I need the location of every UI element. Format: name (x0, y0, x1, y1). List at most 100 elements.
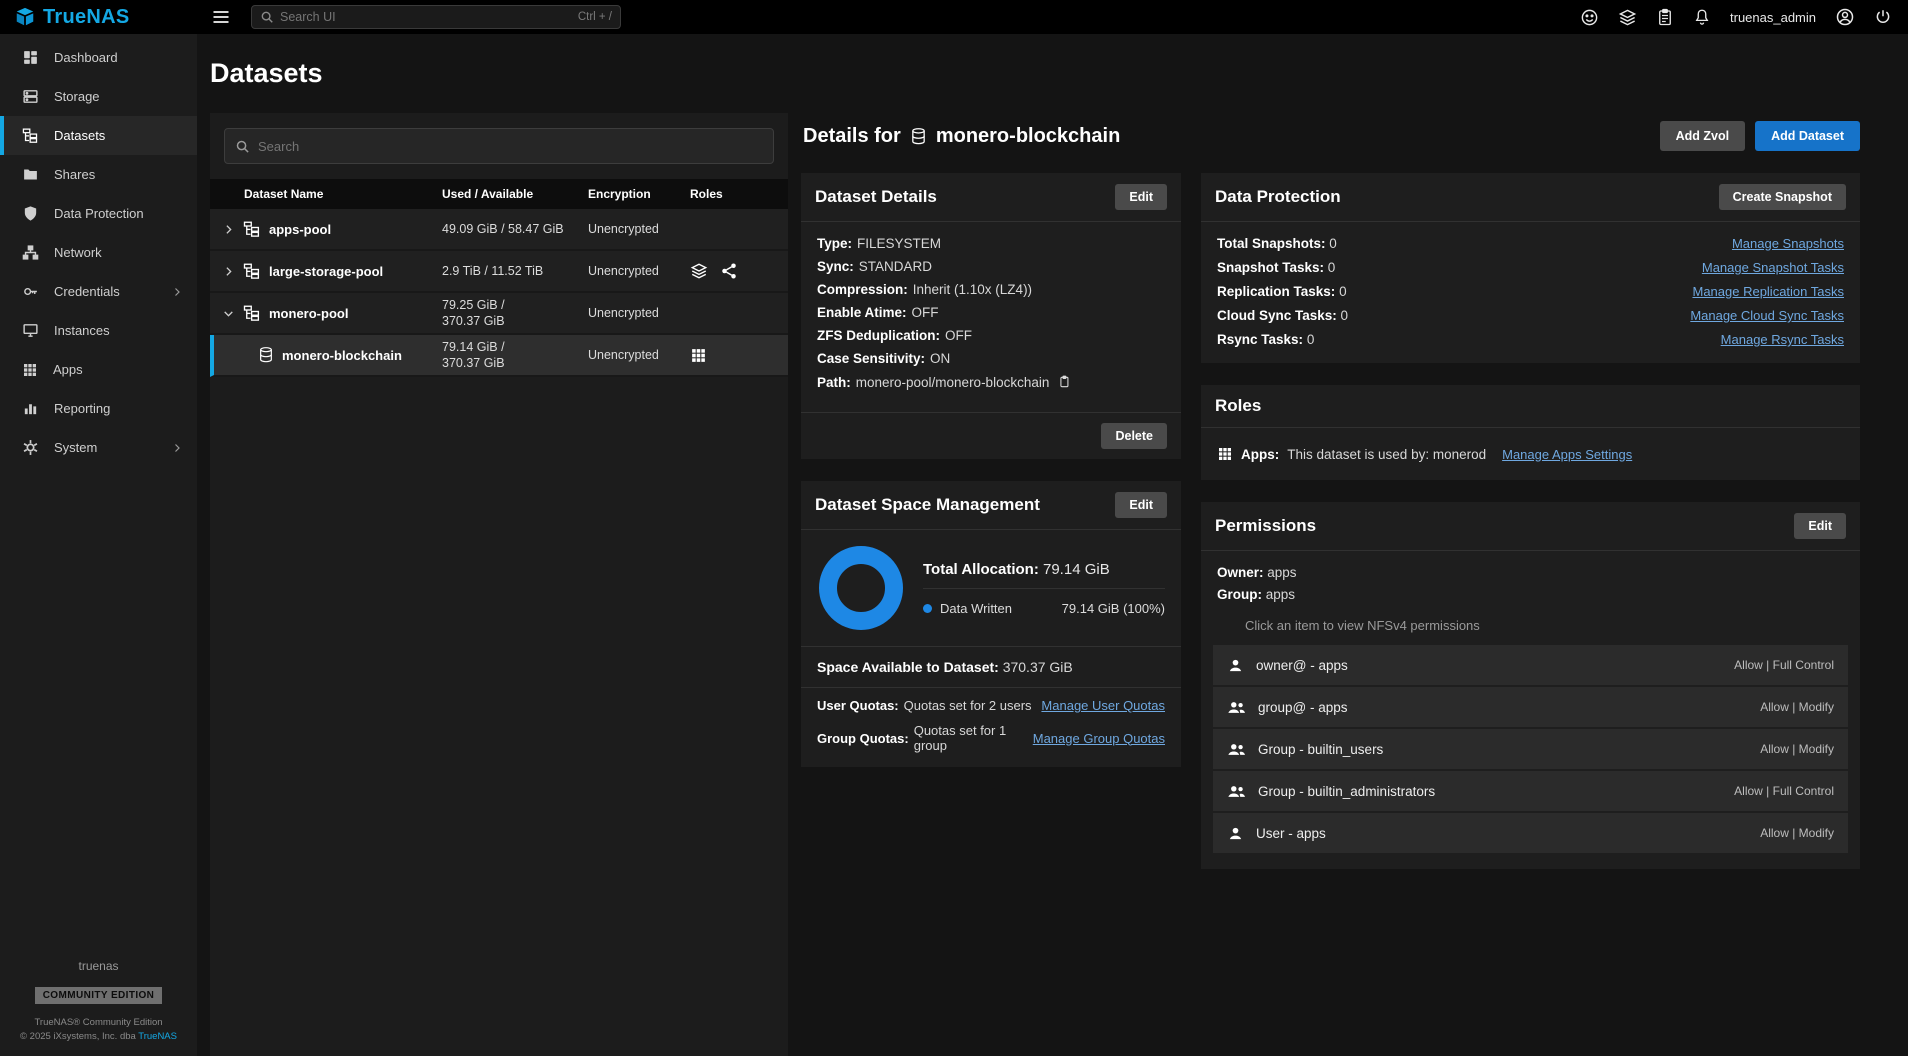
sidebar-item-dashboard[interactable]: Dashboard (0, 38, 197, 77)
folder-share-icon (22, 166, 39, 183)
chevron-right-icon (171, 442, 183, 454)
sidebar-item-datasets[interactable]: Datasets (0, 116, 197, 155)
alerts-button[interactable] (1693, 8, 1711, 26)
topbar: TrueNAS Ctrl + / (0, 0, 1908, 34)
sidebar-item-storage[interactable]: Storage (0, 77, 197, 116)
power-button[interactable] (1874, 8, 1892, 26)
monitor-icon (22, 322, 39, 339)
add-dataset-button[interactable]: Add Dataset (1755, 121, 1860, 151)
sidebar-item-shares[interactable]: Shares (0, 155, 197, 194)
sidebar-item-instances[interactable]: Instances (0, 311, 197, 350)
network-icon (22, 244, 39, 261)
sidebar-item-data-protection[interactable]: Data Protection (0, 194, 197, 233)
menu-toggle-button[interactable] (211, 7, 231, 27)
sidebar-item-reporting[interactable]: Reporting (0, 389, 197, 428)
search-icon (260, 10, 274, 24)
sidebar-nav: Dashboard Storage Datasets Shares Data P… (0, 34, 197, 467)
dataset-search[interactable] (224, 128, 774, 164)
field-dedup: ZFS Deduplication:OFF (817, 328, 1165, 343)
checkin-button[interactable] (1618, 8, 1637, 27)
permissions-card: Permissions Edit Owner: apps Group: apps… (1201, 502, 1860, 869)
sidebar-item-label: Datasets (54, 128, 105, 143)
delete-dataset-button[interactable]: Delete (1101, 423, 1167, 449)
dataset-name: monero-blockchain (282, 348, 402, 363)
global-search-input[interactable] (280, 10, 572, 24)
permission-item-owner[interactable]: owner@ - apps Allow | Full Control (1213, 645, 1848, 685)
manage-snapshots-link[interactable]: Manage Snapshots (1732, 236, 1844, 251)
edit-permissions-button[interactable]: Edit (1794, 513, 1846, 539)
sidebar-item-label: Credentials (54, 284, 120, 299)
user-quotas-row: User Quotas: Quotas set for 2 users Mana… (817, 698, 1165, 713)
manage-snapshot-tasks-link[interactable]: Manage Snapshot Tasks (1702, 260, 1844, 275)
manage-user-quotas-link[interactable]: Manage User Quotas (1041, 698, 1165, 713)
manage-group-quotas-link[interactable]: Manage Group Quotas (1033, 731, 1165, 746)
manage-apps-settings-link[interactable]: Manage Apps Settings (1502, 447, 1632, 462)
sidebar-item-label: Apps (53, 362, 83, 377)
layers-icon (1618, 8, 1637, 27)
edit-dataset-details-button[interactable]: Edit (1115, 184, 1167, 210)
dataset-search-input[interactable] (258, 139, 763, 154)
table-row-apps-pool[interactable]: apps-pool 49.09 GiB / 58.47 GiB Unencryp… (210, 209, 788, 251)
snapshot-tasks-row: Snapshot Tasks: 0 Manage Snapshot Tasks (1217, 260, 1844, 275)
table-row-monero-blockchain[interactable]: monero-blockchain 79.14 GiB / 370.37 GiB… (210, 335, 788, 377)
jobs-button[interactable] (1656, 8, 1674, 26)
dataset-name: large-storage-pool (269, 264, 383, 279)
permission-item-builtin-administrators[interactable]: Group - builtin_administrators Allow | F… (1213, 771, 1848, 811)
topbar-actions: truenas_admin (1580, 7, 1908, 27)
account-button[interactable] (1835, 7, 1855, 27)
storage-role-icon (690, 262, 708, 280)
footer-copyright: © 2025 iXsystems, Inc. dba TrueNAS (0, 1030, 197, 1044)
sidebar-item-credentials[interactable]: Credentials (0, 272, 197, 311)
sidebar-item-network[interactable]: Network (0, 233, 197, 272)
edit-space-button[interactable]: Edit (1115, 492, 1167, 518)
chevron-down-icon[interactable] (222, 307, 235, 320)
add-zvol-button[interactable]: Add Zvol (1660, 121, 1745, 151)
permission-item-group[interactable]: group@ - apps Allow | Modify (1213, 687, 1848, 727)
details-section: Details for monero-blockchain Add Zvol A… (801, 113, 1860, 1056)
column-header-encryption: Encryption (588, 187, 690, 201)
table-row-monero-pool[interactable]: monero-pool 79.25 GiB / 370.37 GiB Unenc… (210, 293, 788, 335)
global-search[interactable]: Ctrl + / (251, 5, 621, 29)
space-available: Space Available to Dataset: 370.37 GiB (817, 647, 1165, 687)
hostname-label: truenas (0, 959, 197, 973)
permission-item-builtin-users[interactable]: Group - builtin_users Allow | Modify (1213, 729, 1848, 769)
column-header-roles: Roles (690, 187, 788, 201)
manage-rsync-tasks-link[interactable]: Manage Rsync Tasks (1721, 332, 1844, 347)
field-case-sensitivity: Case Sensitivity:ON (817, 351, 1165, 366)
data-protection-card: Data Protection Create Snapshot Total Sn… (1201, 173, 1860, 363)
sidebar-item-system[interactable]: System (0, 428, 197, 467)
chevron-right-icon[interactable] (222, 265, 235, 278)
sidebar-footer: truenas COMMUNITY EDITION TrueNAS® Commu… (0, 959, 197, 1056)
bar-chart-icon (22, 400, 39, 417)
table-row-large-storage-pool[interactable]: large-storage-pool 2.9 TiB / 11.52 TiB U… (210, 251, 788, 293)
feedback-button[interactable] (1580, 8, 1599, 27)
dataset-tree-icon (243, 262, 261, 280)
chevron-right-icon[interactable] (222, 223, 235, 236)
footer-truenas-link[interactable]: TrueNAS (138, 1031, 177, 1042)
group-icon (1227, 741, 1246, 758)
copy-path-icon[interactable] (1058, 374, 1072, 390)
create-snapshot-button[interactable]: Create Snapshot (1719, 184, 1846, 210)
bell-icon (1693, 8, 1711, 26)
sidebar-item-label: Shares (54, 167, 95, 182)
roles-cell (690, 347, 788, 364)
card-title: Permissions (1215, 516, 1316, 536)
brand[interactable]: TrueNAS (0, 6, 197, 29)
apps-grid-icon (1217, 446, 1233, 462)
dataset-details-card: Dataset Details Edit Type:FILESYSTEM Syn… (801, 173, 1181, 459)
edition-badge: COMMUNITY EDITION (35, 987, 163, 1004)
page-title: Datasets (210, 58, 1860, 89)
group-line: Group: apps (1217, 587, 1844, 602)
used-available: 49.09 GiB / 58.47 GiB (442, 221, 588, 237)
manage-cloud-sync-tasks-link[interactable]: Manage Cloud Sync Tasks (1690, 308, 1844, 323)
nfsv4-hint: Click an item to view NFSv4 permissions (1245, 618, 1844, 633)
apps-grid-icon (22, 362, 38, 378)
power-icon (1874, 8, 1892, 26)
brand-text: TrueNAS (43, 6, 130, 29)
space-management-card: Dataset Space Management Edit (801, 481, 1181, 767)
encryption-status: Unencrypted (588, 348, 690, 362)
field-sync: Sync:STANDARD (817, 259, 1165, 274)
sidebar-item-apps[interactable]: Apps (0, 350, 197, 389)
manage-replication-tasks-link[interactable]: Manage Replication Tasks (1692, 284, 1844, 299)
permission-item-user-apps[interactable]: User - apps Allow | Modify (1213, 813, 1848, 853)
